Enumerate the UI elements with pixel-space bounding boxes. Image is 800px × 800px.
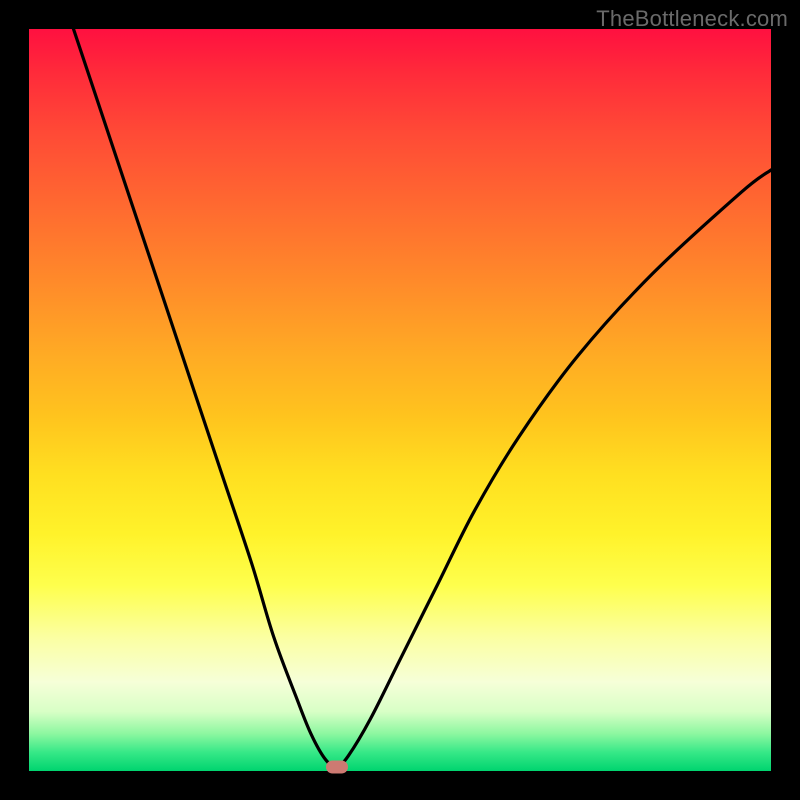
minimum-marker bbox=[326, 760, 348, 773]
chart-frame: TheBottleneck.com bbox=[0, 0, 800, 800]
bottleneck-curve bbox=[29, 29, 771, 771]
plot-area bbox=[29, 29, 771, 771]
